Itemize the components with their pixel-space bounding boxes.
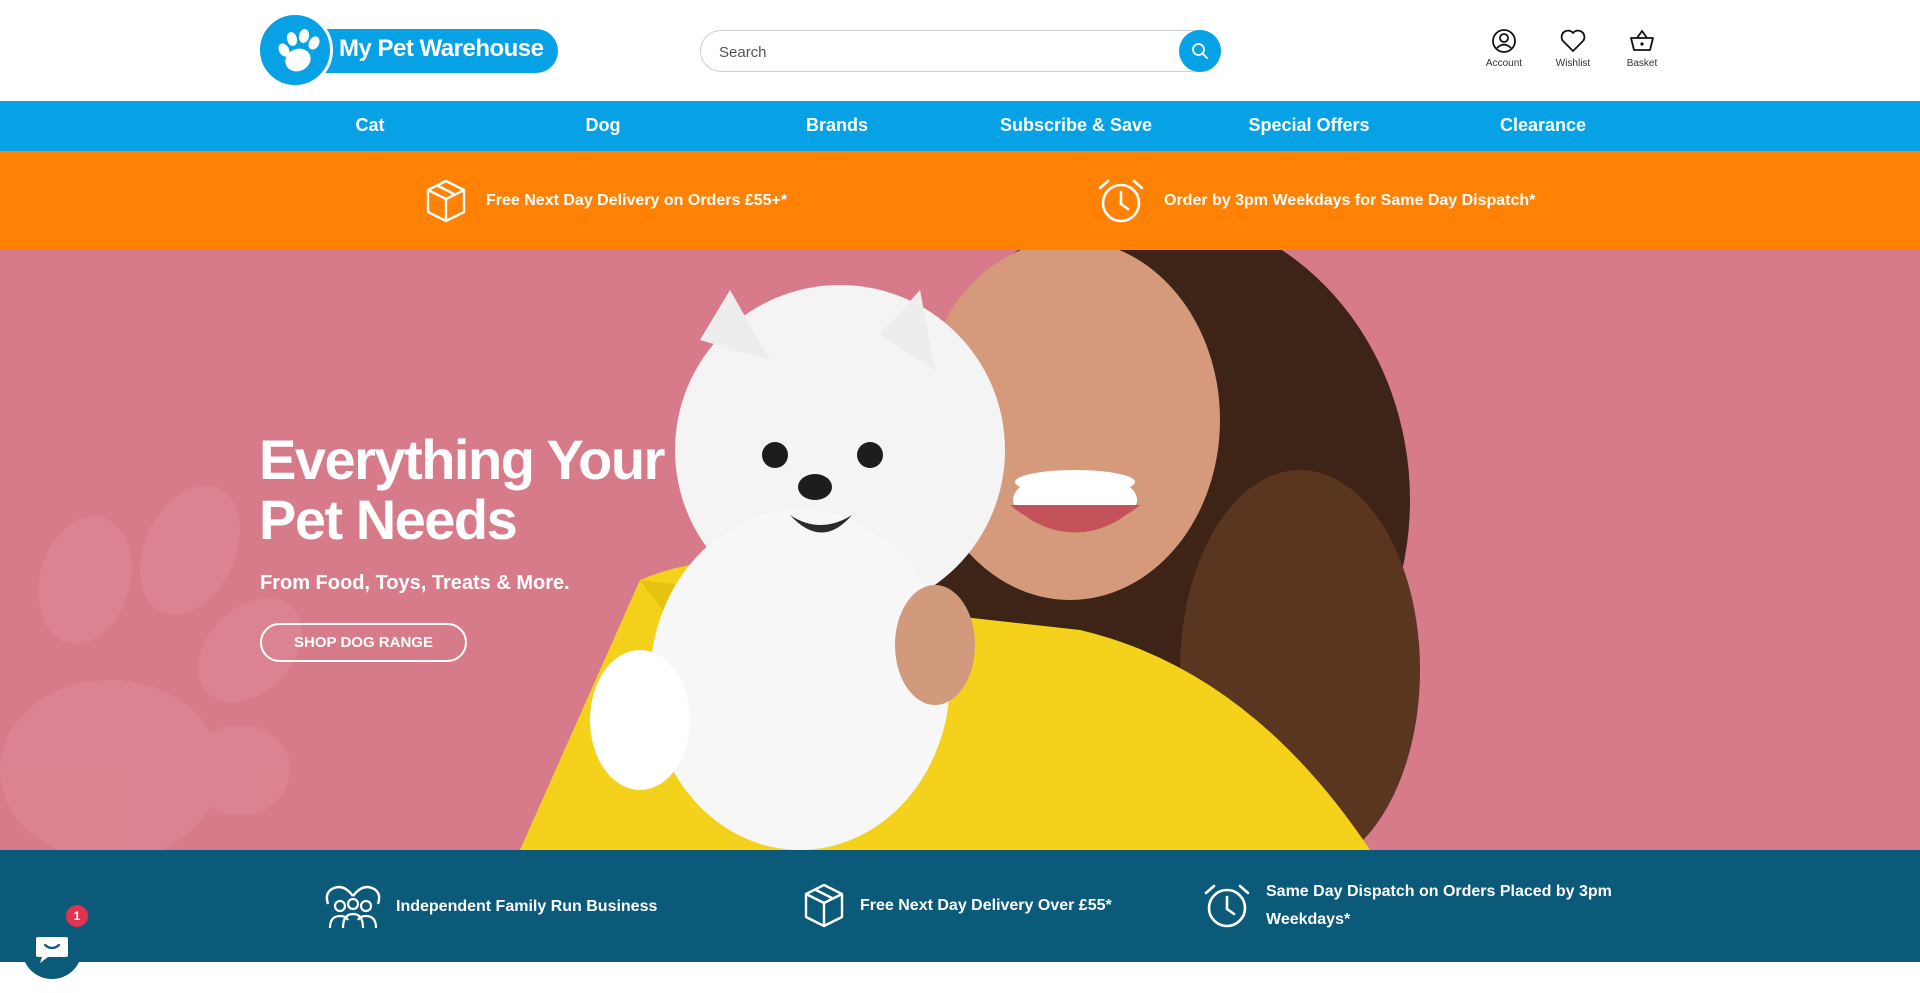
usp-family-text: Independent Family Run Business [396,898,658,915]
hero-title-line2: Pet Needs [259,488,518,551]
heart-icon [1560,29,1586,52]
wishlist-link[interactable]: Wishlist [1543,28,1603,76]
site-header: My Pet Warehouse Account Wishlist Ba [0,0,1920,101]
usp-band: Independent Family Run Business Free Nex… [0,850,1920,962]
box-icon [426,179,466,223]
nav-item-dog[interactable]: Dog [586,115,621,136]
usp-dispatch: Same Day Dispatch on Orders Placed by 3p… [1202,878,1612,934]
shop-dog-range-button[interactable]: SHOP DOG RANGE [260,623,467,662]
promo-dispatch: Order by 3pm Weekdays for Same Day Dispa… [1096,177,1535,225]
hero-banner: Everything Your Pet Needs From Food, Toy… [0,250,1920,850]
search-button[interactable] [1179,30,1221,72]
basket-link[interactable]: Basket [1612,28,1672,76]
search-input[interactable] [719,41,1139,63]
hero-title-line1: Everything Your [259,428,665,491]
main-nav: Cat Dog Brands Subscribe & Save Special … [0,101,1920,151]
promo-delivery: Free Next Day Delivery on Orders £55+* [424,177,787,225]
chat-bubble-icon [36,937,68,963]
nav-item-subscribe-save[interactable]: Subscribe & Save [1000,115,1152,136]
usp-delivery-text: Free Next Day Delivery Over £55* [860,897,1112,914]
hero-title: Everything Your Pet Needs [259,430,709,550]
basket-icon [1630,29,1654,51]
basket-label: Basket [1626,58,1658,69]
nav-item-special-offers[interactable]: Special Offers [1248,115,1369,136]
nav-item-cat[interactable]: Cat [355,115,384,136]
usp-dispatch-text: Same Day Dispatch on Orders Placed by 3p… [1266,878,1612,934]
alarm-clock-icon [1204,884,1250,928]
search-bar [700,30,1221,72]
nav-item-brands[interactable]: Brands [806,115,868,136]
usp-dispatch-text-line2: Weekdays* [1266,911,1351,928]
account-link[interactable]: Account [1474,28,1534,76]
family-icon [325,885,381,929]
promo-strip: Free Next Day Delivery on Orders £55+* O… [0,151,1920,250]
usp-dispatch-text-line1: Same Day Dispatch on Orders Placed by 3p… [1266,883,1612,900]
page-footer-gap [0,962,1920,993]
promo-delivery-text: Free Next Day Delivery on Orders £55+* [486,192,788,209]
nav-item-clearance[interactable]: Clearance [1500,115,1586,136]
logo-text: My Pet Warehouse [339,35,544,62]
alarm-clock-icon [1098,179,1144,223]
account-label: Account [1485,58,1523,69]
search-icon [1192,43,1208,59]
box-icon [804,883,844,928]
hero-subtitle: From Food, Toys, Treats & More. [260,572,570,594]
chat-notification-badge: 1 [66,905,88,927]
paw-icon [257,12,333,88]
usp-family: Independent Family Run Business [324,884,657,930]
usp-delivery: Free Next Day Delivery Over £55* [802,882,1112,930]
wishlist-label: Wishlist [1555,58,1591,69]
logo[interactable]: My Pet Warehouse [257,12,558,88]
chat-widget-button[interactable] [22,919,82,979]
user-icon [1492,29,1516,53]
promo-dispatch-text: Order by 3pm Weekdays for Same Day Dispa… [1164,192,1536,209]
